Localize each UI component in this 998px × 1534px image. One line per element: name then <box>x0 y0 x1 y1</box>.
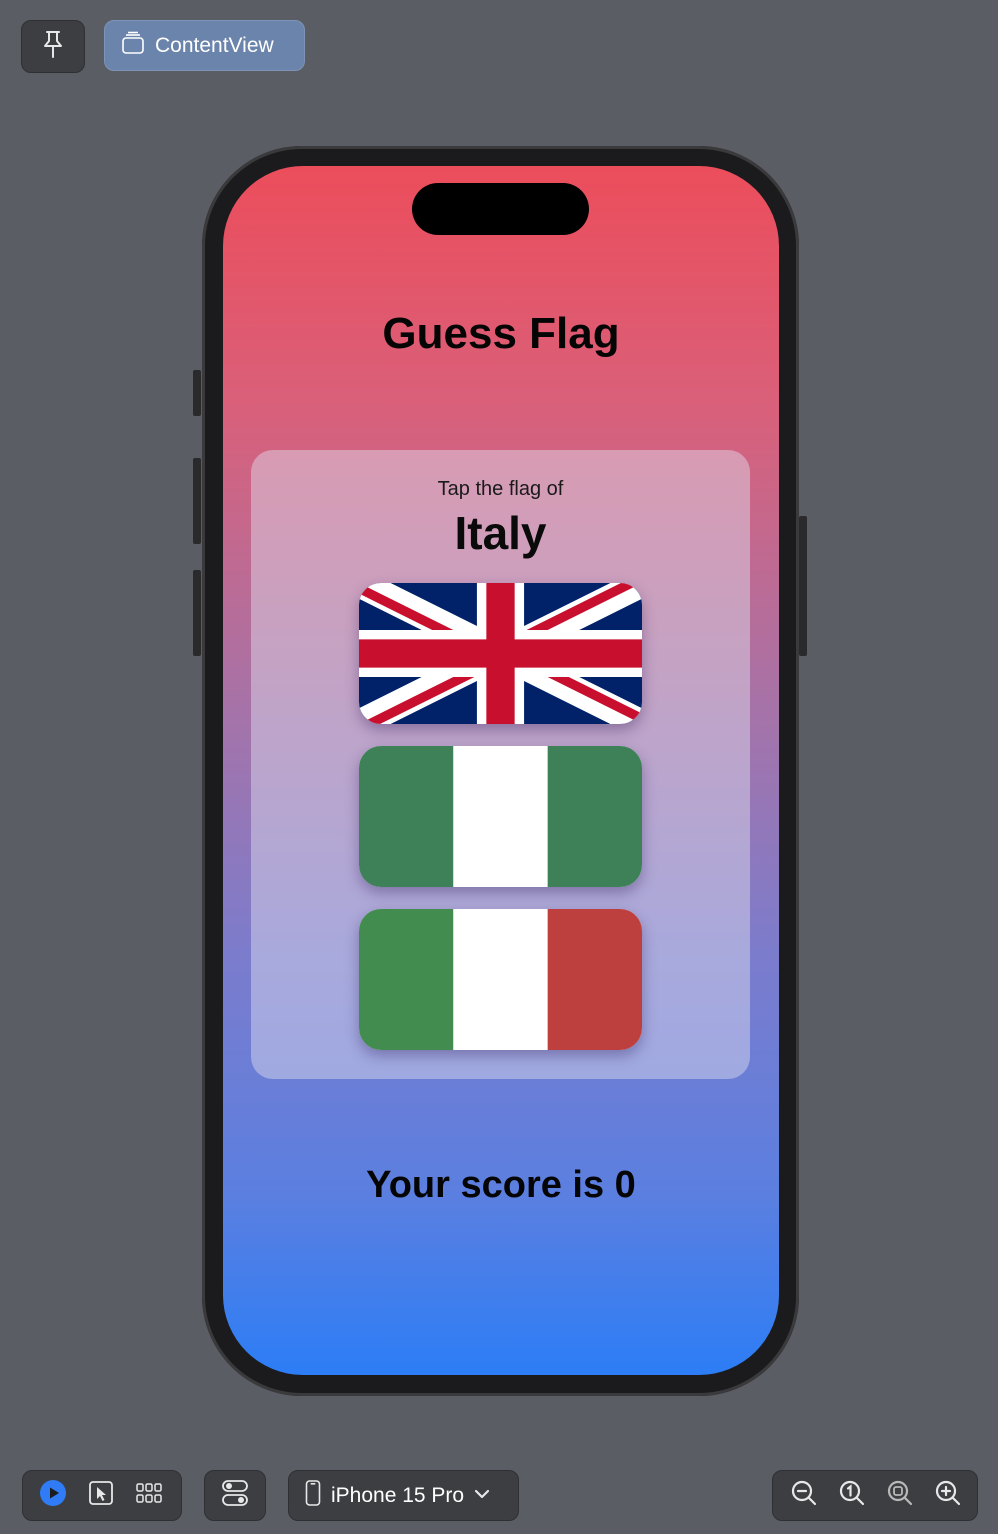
zoom-to-fit-button[interactable] <box>876 1472 924 1520</box>
device-picker[interactable]: iPhone 15 Pro <box>288 1470 519 1521</box>
pin-button[interactable] <box>21 20 85 73</box>
uk-flag-icon <box>359 583 642 724</box>
cursor-select-icon <box>88 1480 114 1511</box>
nigeria-flag-icon <box>359 746 642 887</box>
grid-icon <box>136 1482 162 1509</box>
actual-size-button[interactable] <box>828 1472 876 1520</box>
flag-button-nigeria[interactable] <box>359 746 642 887</box>
zoom-out-icon <box>790 1479 818 1512</box>
play-icon <box>39 1479 67 1512</box>
preview-mode-group <box>22 1470 182 1521</box>
device-name: iPhone 15 Pro <box>331 1483 465 1507</box>
italy-flag-icon <box>359 909 642 1050</box>
variants-button[interactable] <box>125 1472 173 1520</box>
volume-up-button <box>193 458 201 544</box>
action-button <box>193 370 201 416</box>
content-view-tab[interactable]: ContentView <box>104 20 305 71</box>
prompt-label: Tap the flag of <box>437 478 564 500</box>
zoom-in-icon <box>934 1479 962 1512</box>
toggle-settings-icon <box>221 1479 249 1512</box>
chevron-down-icon <box>474 1487 490 1505</box>
stack-icon <box>121 31 145 61</box>
content-view-label: ContentView <box>155 33 274 57</box>
zoom-out-button[interactable] <box>780 1472 828 1520</box>
volume-down-button <box>193 570 201 656</box>
zoom-controls <box>772 1470 978 1521</box>
live-preview-button[interactable] <box>29 1472 77 1520</box>
flag-button-uk[interactable] <box>359 583 642 724</box>
pin-icon <box>41 29 65 64</box>
dynamic-island <box>412 183 589 235</box>
zoom-in-button[interactable] <box>924 1472 972 1520</box>
app-title: Guess Flag <box>382 309 620 358</box>
power-button <box>799 516 807 656</box>
score-label: Your score is 0 <box>366 1164 636 1206</box>
selectable-mode-button[interactable] <box>77 1472 125 1520</box>
flag-button-italy[interactable] <box>359 909 642 1050</box>
zoom-fit-icon <box>886 1479 914 1512</box>
device-settings-button[interactable] <box>204 1470 266 1521</box>
country-name: Italy <box>454 507 547 559</box>
phone-screen: Guess Flag Tap the flag of Italy Your sc… <box>223 166 779 1375</box>
zoom-actual-size-icon <box>838 1479 866 1512</box>
iphone-icon <box>305 1480 321 1511</box>
question-card: Tap the flag of Italy <box>251 450 750 1079</box>
